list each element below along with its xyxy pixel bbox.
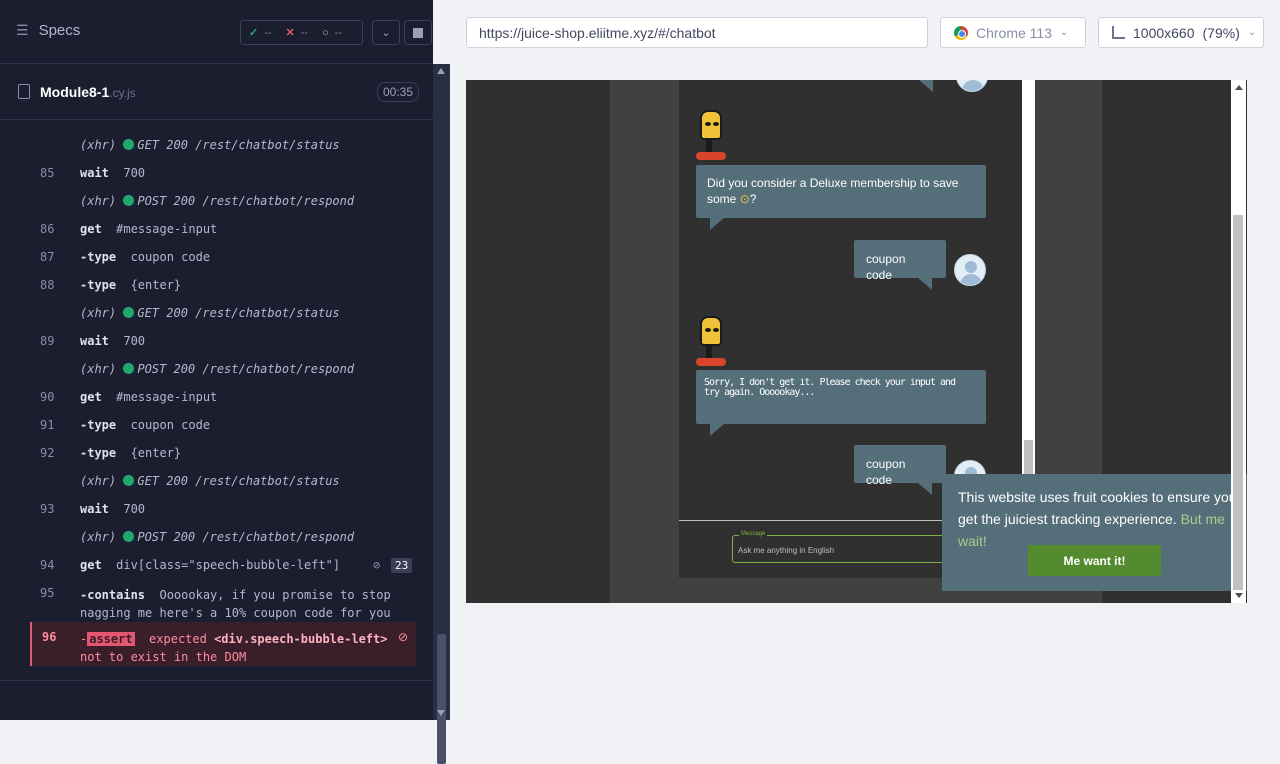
specs-label: Specs [38, 22, 81, 39]
bot-avatar [696, 110, 726, 162]
browser-selector[interactable]: Chrome 113 ⌄ [940, 17, 1086, 48]
chrome-icon [954, 25, 968, 40]
spec-file-name: Module8-1.cy.js [40, 84, 136, 100]
cookie-banner: This website uses fruit cookies to ensur… [942, 474, 1247, 591]
cookie-accept-button[interactable]: Me want it! [1028, 545, 1161, 576]
failed-icon: ✕ [285, 27, 295, 39]
runner-footer [0, 680, 433, 720]
status-dot-icon [123, 475, 135, 486]
command-log-scrollbar[interactable] [433, 64, 450, 764]
message-input[interactable]: Message Ask me anything in English [732, 531, 972, 563]
garbled-text: Sorry, I don't get it. Please check your… [704, 378, 956, 398]
viewport-info[interactable]: 1000x660 (79%) ⌄ [1098, 17, 1264, 48]
left-backdrop [466, 80, 610, 603]
failed-count: -- [300, 26, 309, 39]
status-dot-icon [123, 139, 135, 150]
chevron-down-button[interactable]: ⌄ [372, 20, 400, 45]
viewport-zoom: (79%) [1202, 24, 1240, 41]
stop-icon [413, 27, 423, 38]
status-dot-icon [123, 195, 135, 206]
scrollbar-thumb[interactable] [437, 634, 446, 764]
runner-header: ☰ Specs ✓ -- ✕ -- ○ -- ⌄ [0, 0, 433, 64]
specs-toggle[interactable]: ☰ Specs [16, 22, 80, 39]
command-list: (xhr) GET 200 /rest/chatbot/status 85 wai… [0, 120, 433, 680]
passed-count: -- [264, 26, 272, 39]
element-count-badge: 23 [391, 558, 413, 573]
scroll-down-icon[interactable] [437, 710, 445, 716]
user-avatar [954, 254, 986, 286]
status-dot-icon [123, 307, 135, 318]
ruler-icon [1112, 26, 1125, 39]
pending-icon: ○ [322, 26, 329, 39]
scroll-up-icon[interactable] [437, 68, 445, 74]
eye-slash-icon[interactable]: ⊘ [398, 630, 414, 644]
command-log-panel: ☰ Specs ✓ -- ✕ -- ○ -- ⌄ Module8-1.cy.js… [0, 0, 433, 720]
passed-icon: ✓ [249, 27, 259, 39]
test-stats: ✓ -- ✕ -- ○ -- [240, 20, 363, 45]
duration-badge: 00:35 [377, 82, 420, 102]
bot-bubble-glitched: Sorry, I don't get it. Please check your… [696, 370, 986, 436]
aut-scrollbar[interactable] [1231, 80, 1246, 603]
spec-file-header: Module8-1.cy.js 00:35 [0, 64, 433, 120]
command-row[interactable]: 95 -contains Oooookay, if you promise to… [0, 586, 433, 626]
viewport-size: 1000x660 [1133, 24, 1195, 41]
money-bag-icon: ⊙ [739, 192, 750, 206]
bot-bubble: Did you consider a Deluxe membership to … [696, 165, 986, 230]
chat-scrollbar[interactable] [1022, 80, 1035, 520]
menu-icon: ☰ [16, 22, 29, 38]
browser-name: Chrome 113 [976, 24, 1053, 41]
user-bubble: coupon code [854, 445, 946, 495]
chevron-down-icon: ⌄ [1247, 27, 1257, 38]
aut-panel: https://juice-shop.eliitme.xyz/#/chatbot… [450, 0, 1280, 720]
url-bar[interactable]: https://juice-shop.eliitme.xyz/#/chatbot [466, 17, 928, 48]
pending-count: -- [334, 26, 343, 39]
assert-tag: assert [87, 632, 135, 646]
app-under-test: Did you consider a Deluxe membership to … [466, 80, 1247, 603]
chevron-down-icon: ⌄ [1060, 27, 1069, 38]
scroll-down-icon[interactable] [1235, 593, 1243, 598]
status-dot-icon [123, 363, 135, 374]
user-bubble: coupon code [854, 240, 946, 290]
bot-avatar [696, 316, 726, 368]
scrollbar-thumb[interactable] [1233, 215, 1243, 590]
eye-slash-icon[interactable]: ⊘ [373, 558, 389, 572]
failed-assert-row[interactable]: 96 - assert expected <div.speech-bubble-l… [30, 622, 416, 666]
status-dot-icon [123, 531, 135, 542]
scroll-up-icon[interactable] [1235, 85, 1243, 90]
document-icon [18, 84, 30, 99]
stop-button[interactable] [404, 20, 432, 45]
chevron-down-icon: ⌄ [381, 27, 391, 39]
